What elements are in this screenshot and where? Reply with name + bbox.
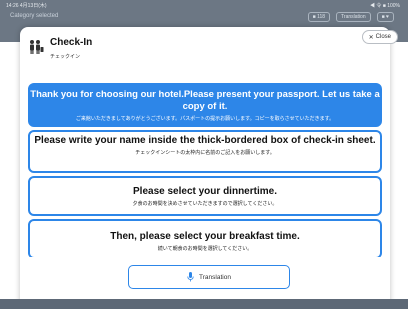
step-text-en: Then, please select your breakfast time.: [110, 231, 300, 242]
step-text-ja: チェックインシートの太枠内に名前のご記入をお願いします。: [135, 150, 275, 156]
status-indicators: ◀ 令 ■ 100%: [370, 3, 400, 9]
status-bar: 14:26 4月13日(木) ◀ 令 ■ 100%: [0, 0, 408, 10]
step-card-dinner[interactable]: Please select your dinnertime. 夕食のお時間を決め…: [28, 176, 382, 216]
step-card-breakfast[interactable]: Then, please select your breakfast time.…: [28, 219, 382, 259]
bottom-backdrop: [0, 299, 408, 309]
step-text-ja: 続いて朝食のお時間を選択してください。: [157, 246, 253, 252]
step-text-ja: 夕食のお時間を決めさせていただきますので選択してください。: [132, 201, 278, 207]
modal-header: Check-In チェックイン ✕ Close: [20, 27, 398, 67]
step-card-name[interactable]: Please write your name inside the thick-…: [28, 130, 382, 173]
close-button[interactable]: ✕ Close: [361, 30, 398, 44]
modal-title: Check-In: [50, 37, 93, 48]
favorite-tab[interactable]: ■ ♥: [376, 12, 394, 22]
screen: 14:26 4月13日(木) ◀ 令 ■ 100% Category selec…: [0, 0, 408, 309]
step-card-passport[interactable]: Thank you for choosing our hotel.Please …: [28, 83, 382, 127]
step-text-en: Thank you for choosing our hotel.Please …: [30, 89, 380, 112]
step-text-ja: ご来館いただきましてありがとうございます。パスポートの提示お願いします。コピーを…: [75, 116, 335, 122]
check-in-modal: Check-In チェックイン ✕ Close Thank you for ch…: [20, 27, 398, 309]
step-text-en: Please select your dinnertime.: [133, 186, 277, 197]
status-time: 14:26 4月13日(木): [6, 3, 47, 9]
app-bar-actions: ■ 118 Translation ■ ♥: [307, 12, 394, 22]
modal-subtitle: チェックイン: [50, 54, 81, 60]
people-luggage-icon: [30, 40, 44, 54]
translation-label: Translation: [199, 273, 231, 281]
microphone-icon: [187, 272, 194, 282]
close-icon: ✕: [368, 34, 374, 41]
close-label: Close: [375, 34, 391, 40]
translation-tab[interactable]: Translation: [336, 12, 371, 22]
translation-button[interactable]: Translation: [128, 265, 290, 289]
step-text-en: Please write your name inside the thick-…: [34, 135, 376, 146]
category-label[interactable]: Category selected: [10, 13, 58, 19]
count-badge[interactable]: ■ 118: [307, 12, 331, 22]
